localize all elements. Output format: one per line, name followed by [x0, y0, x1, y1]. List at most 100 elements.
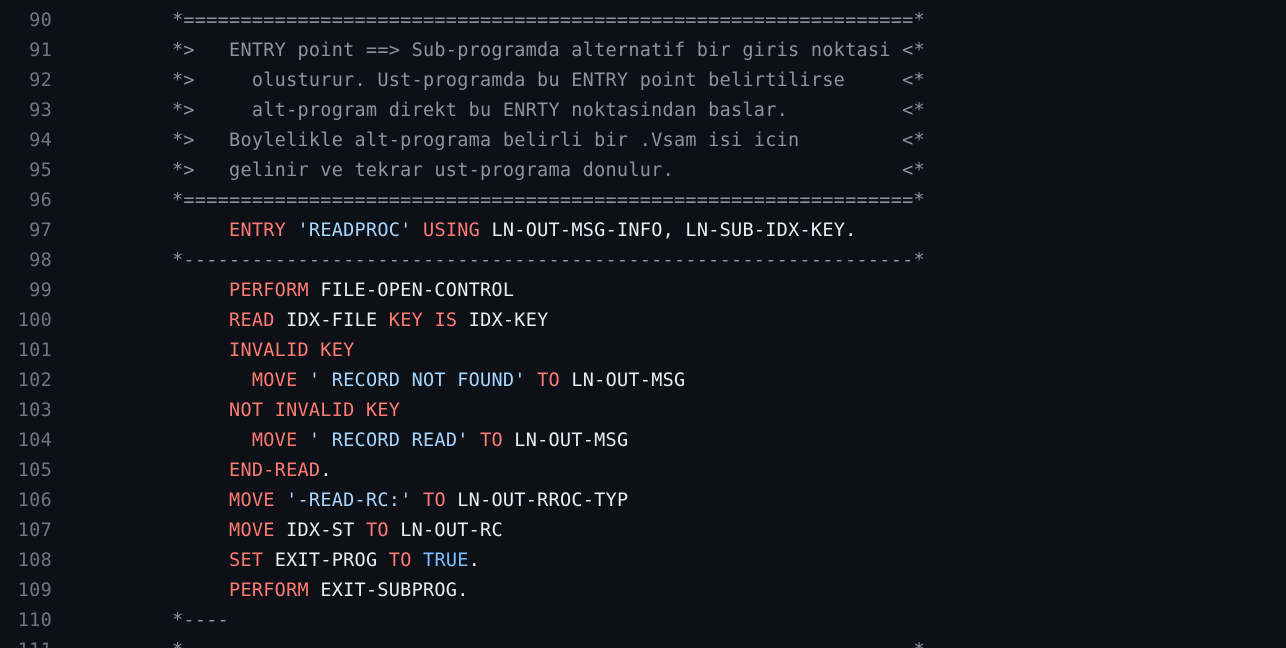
code-text: READ IDX-FILE KEY IS IDX-KEY	[172, 306, 549, 336]
code-line: 101 INVALID KEY	[0, 336, 1286, 366]
code-token-keyword: END-READ	[229, 460, 321, 481]
code-text: MOVE '-READ-RC:' TO LN-OUT-RROC-TYP	[172, 486, 628, 516]
line-number[interactable]: 102	[0, 366, 52, 396]
line-number[interactable]: 96	[0, 186, 52, 216]
code-token-keyword: USING	[423, 220, 481, 241]
code-token-plain: LN-OUT-RROC-TYP	[445, 490, 629, 511]
line-number[interactable]: 109	[0, 576, 52, 606]
code-text: *> gelinir ve tekrar ust-programa donulu…	[172, 156, 925, 186]
line-number[interactable]: 101	[0, 336, 52, 366]
code-line: 94 *> Boylelikle alt-programa belirli bir…	[0, 126, 1286, 156]
code-token-plain: LN-OUT-MSG	[502, 430, 629, 451]
code-line: 108 SET EXIT-PROG TO TRUE.	[0, 546, 1286, 576]
code-text: *---------------------------------------…	[172, 246, 925, 276]
code-token-string: 'READPROC'	[297, 220, 412, 241]
code-text: ENTRY 'READPROC' USING LN-OUT-MSG-INFO, …	[172, 216, 857, 246]
code-token-comment: *> ENTRY point ==> Sub-programda alterna…	[172, 40, 925, 61]
code-line: 111 * *	[0, 636, 1286, 648]
line-number[interactable]: 93	[0, 96, 52, 126]
code-text: *----	[172, 606, 229, 636]
code-line: 93 *> alt-program direkt bu ENRTY noktasi…	[0, 96, 1286, 126]
line-number[interactable]: 91	[0, 36, 52, 66]
code-token-comment: *=======================================…	[172, 10, 925, 31]
line-number[interactable]: 95	[0, 156, 52, 186]
code-token-plain: .	[320, 460, 332, 481]
line-number[interactable]: 105	[0, 456, 52, 486]
code-token-plain: LN-OUT-MSG	[559, 370, 686, 391]
code-line: 98 *-------------------------------------…	[0, 246, 1286, 276]
line-number[interactable]: 99	[0, 276, 52, 306]
line-number[interactable]: 111	[0, 636, 52, 648]
code-text: PERFORM EXIT-SUBPROG.	[172, 576, 469, 606]
code-text: MOVE ' RECORD NOT FOUND' TO LN-OUT-MSG	[172, 366, 685, 396]
code-text: *=======================================…	[172, 186, 925, 216]
code-token-keyword: MOVE	[229, 490, 275, 511]
line-number[interactable]: 106	[0, 486, 52, 516]
code-line: 107 MOVE IDX-ST TO LN-OUT-RC	[0, 516, 1286, 546]
line-number[interactable]: 90	[0, 6, 52, 36]
code-line: 109 PERFORM EXIT-SUBPROG.	[0, 576, 1286, 606]
line-number[interactable]: 97	[0, 216, 52, 246]
code-token-plain: IDX-KEY	[457, 310, 549, 331]
code-token-comment: *> Boylelikle alt-programa belirli bir .…	[172, 130, 925, 151]
code-token-string: '-READ-RC:'	[286, 490, 412, 511]
code-token-keyword: READ	[229, 310, 275, 331]
code-line: 92 *> olusturur. Ust-programda bu ENTRY p…	[0, 66, 1286, 96]
code-line: 99 PERFORM FILE-OPEN-CONTROL	[0, 276, 1286, 306]
line-number[interactable]: 94	[0, 126, 52, 156]
line-number[interactable]: 92	[0, 66, 52, 96]
line-number[interactable]: 100	[0, 306, 52, 336]
code-text: *> ENTRY point ==> Sub-programda alterna…	[172, 36, 925, 66]
code-token-keyword: TO	[388, 550, 412, 571]
code-line: 104 MOVE ' RECORD READ' TO LN-OUT-MSG	[0, 426, 1286, 456]
code-line: 110 *----	[0, 606, 1286, 636]
code-token-comment: *> gelinir ve tekrar ust-programa donulu…	[172, 160, 925, 181]
code-line: 97 ENTRY 'READPROC' USING LN-OUT-MSG-INF…	[0, 216, 1286, 246]
code-text: INVALID KEY	[172, 336, 355, 366]
code-line: 102 MOVE ' RECORD NOT FOUND' TO LN-OUT-M…	[0, 366, 1286, 396]
code-text: *> olusturur. Ust-programda bu ENTRY poi…	[172, 66, 925, 96]
line-number[interactable]: 110	[0, 606, 52, 636]
code-token-plain: .	[468, 550, 481, 571]
code-token-plain: LN-OUT-MSG-INFO, LN-SUB-IDX-KEY.	[480, 220, 857, 241]
line-number[interactable]: 108	[0, 546, 52, 576]
code-token-keyword: TO	[537, 370, 560, 391]
line-number[interactable]: 98	[0, 246, 52, 276]
code-token-comment: *> olusturur. Ust-programda bu ENTRY poi…	[172, 70, 925, 91]
code-token-keyword: MOVE	[251, 370, 298, 391]
code-token-keyword: PERFORM	[229, 580, 309, 601]
code-line: 90 *=====================================…	[0, 6, 1286, 36]
code-token-keyword: TO	[423, 490, 446, 511]
code-text: *=======================================…	[172, 6, 925, 36]
code-token-plain: LN-OUT-RC	[388, 520, 503, 541]
code-text: END-READ.	[172, 456, 332, 486]
line-number[interactable]: 107	[0, 516, 52, 546]
code-text: * *	[172, 636, 925, 648]
code-text: PERFORM FILE-OPEN-CONTROL	[172, 276, 514, 306]
code-token-keyword: NOT INVALID KEY	[229, 400, 401, 421]
line-number[interactable]: 104	[0, 426, 52, 456]
code-viewer: 90 *=====================================…	[0, 0, 1286, 648]
line-number[interactable]: 103	[0, 396, 52, 426]
code-token-string: ' RECORD READ'	[308, 430, 469, 451]
code-text: SET EXIT-PROG TO TRUE.	[172, 546, 480, 576]
code-text: *> Boylelikle alt-programa belirli bir .…	[172, 126, 925, 156]
code-token-keyword: IS	[434, 310, 458, 331]
code-token-comment: *----	[172, 610, 230, 631]
code-token-keyword: PERFORM	[229, 280, 309, 301]
code-token-keyword: TO	[365, 520, 389, 541]
code-token-plain: EXIT-SUBPROG.	[308, 580, 469, 601]
